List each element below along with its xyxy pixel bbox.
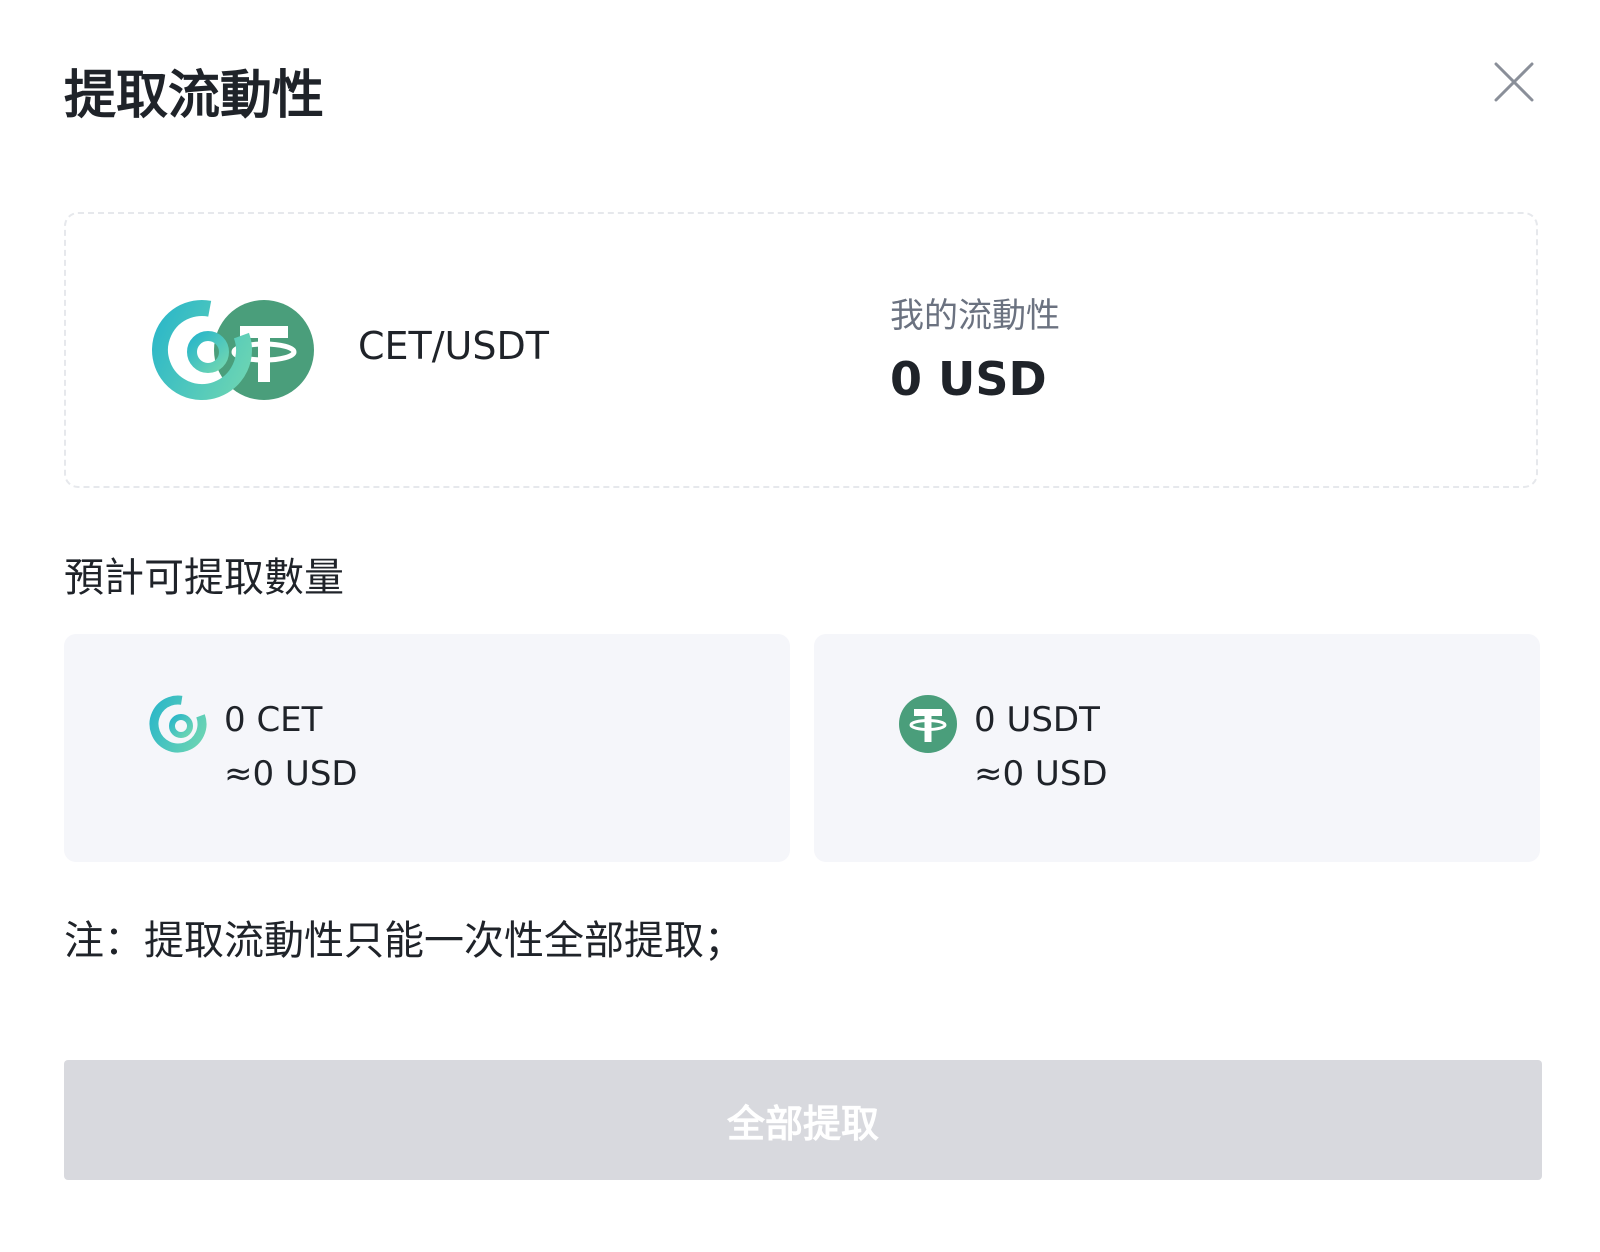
cet-amount: 0 CET xyxy=(224,700,323,740)
modal-title: 提取流動性 xyxy=(64,66,325,126)
asset-box-usdt: 0 USDT ≈0 USD xyxy=(814,634,1540,862)
estimate-label: 預計可提取數量 xyxy=(64,555,344,601)
pair-name: CET/USDT xyxy=(358,324,549,368)
usdt-usd-value: ≈0 USD xyxy=(974,754,1108,794)
close-icon xyxy=(1494,62,1534,102)
cet-usd-value: ≈0 USD xyxy=(224,754,358,794)
usdt-amount: 0 USDT xyxy=(974,700,1100,740)
pair-logo xyxy=(150,298,316,402)
withdraw-liquidity-modal: 提取流動性 CET/USDT 我的流動性 0 USD 預計可提取數量 0 CET… xyxy=(0,0,1600,1252)
my-liquidity-label: 我的流動性 xyxy=(890,296,1060,336)
close-button[interactable] xyxy=(1492,60,1536,104)
cet-icon xyxy=(148,694,208,754)
withdraw-all-button[interactable]: 全部提取 xyxy=(64,1060,1542,1180)
asset-box-cet: 0 CET ≈0 USD xyxy=(64,634,790,862)
pair-card: CET/USDT 我的流動性 0 USD xyxy=(64,212,1538,488)
withdraw-note: 注：提取流動性只能一次性全部提取； xyxy=(64,918,744,964)
my-liquidity-value: 0 USD xyxy=(890,352,1047,406)
usdt-icon xyxy=(898,694,958,754)
